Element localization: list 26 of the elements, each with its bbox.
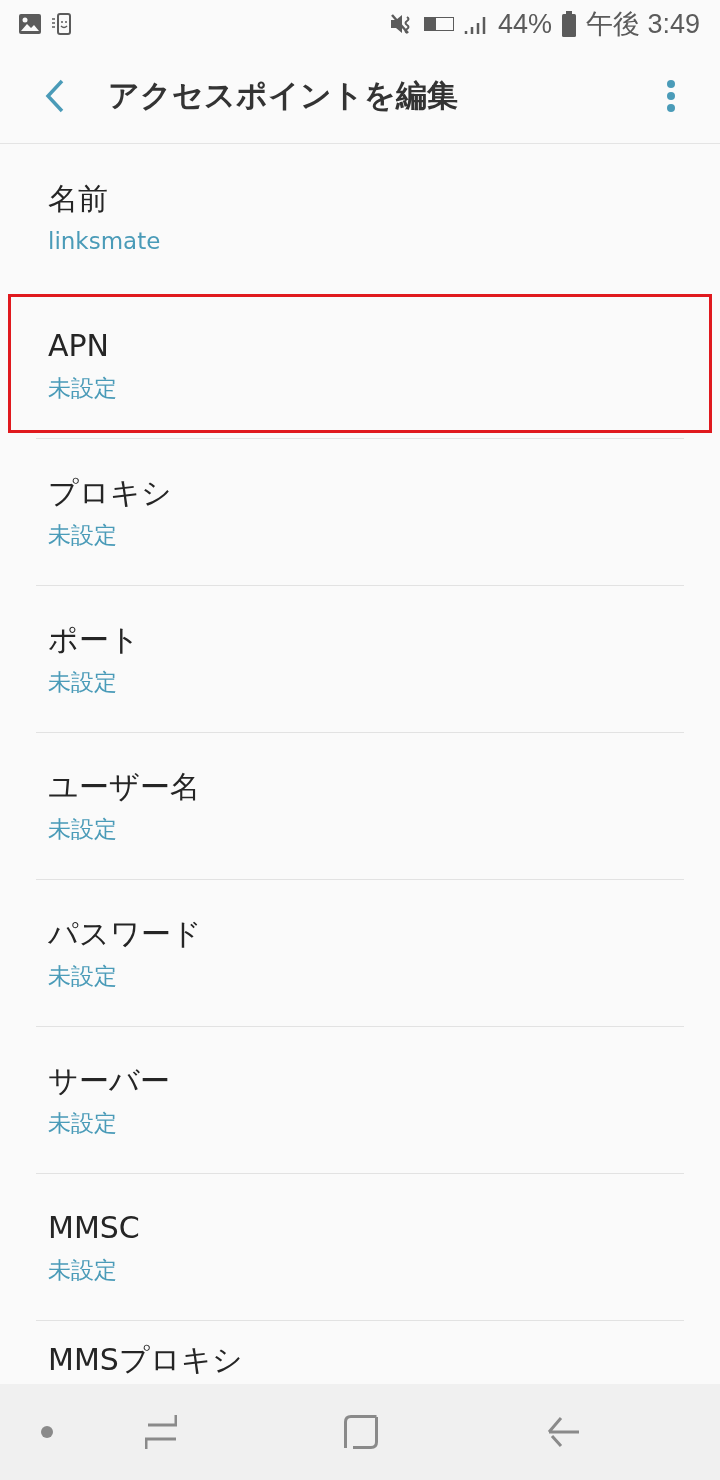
recent-apps-icon [145, 1414, 177, 1450]
phone-icon [52, 13, 72, 35]
volte-icon [423, 17, 454, 31]
more-icon [666, 78, 676, 113]
settings-item[interactable]: MMSプロキシ [0, 1320, 720, 1384]
gallery-icon [18, 13, 42, 35]
dot-icon [41, 1426, 53, 1438]
chevron-left-icon [44, 78, 66, 113]
recent-apps-button[interactable] [145, 1414, 177, 1450]
home-button[interactable] [344, 1415, 378, 1449]
settings-item[interactable]: APN 未設定 [0, 291, 720, 438]
page-title: アクセスポイントを編集 [108, 75, 459, 115]
home-icon [344, 1415, 378, 1449]
battery-percent: 44% [497, 8, 552, 40]
settings-item[interactable]: ポート 未設定 [0, 585, 720, 732]
settings-item[interactable]: サーバー 未設定 [0, 1026, 720, 1173]
clock-time: 午後 3:49 [585, 8, 700, 41]
settings-item[interactable]: パスワード 未設定 [0, 879, 720, 1026]
dot-button[interactable] [41, 1426, 53, 1438]
settings-item[interactable]: ユーザー名 未設定 [0, 732, 720, 879]
battery-icon [561, 11, 576, 37]
back-arrow-icon [547, 1417, 579, 1447]
back-nav-button[interactable] [547, 1417, 579, 1447]
settings-item[interactable]: MMSC 未設定 [0, 1173, 720, 1320]
settings-item[interactable]: 名前 linksmate [0, 144, 720, 291]
settings-item[interactable]: プロキシ 未設定 [0, 438, 720, 585]
